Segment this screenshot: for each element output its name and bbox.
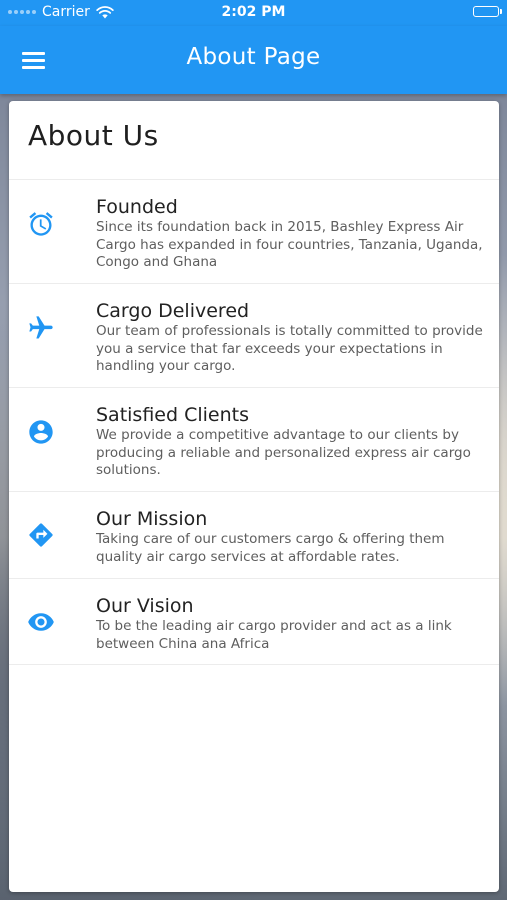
about-list: Founded Since its foundation back in 201… bbox=[9, 179, 499, 665]
item-description: Our team of professionals is totally com… bbox=[96, 323, 483, 374]
status-time: 2:02 PM bbox=[221, 4, 286, 20]
directions-icon bbox=[29, 523, 53, 547]
alarm-icon bbox=[29, 212, 53, 236]
item-title: Our Vision bbox=[96, 595, 194, 617]
list-item-cargo-delivered[interactable]: Cargo Delivered Our team of professional… bbox=[9, 283, 499, 387]
item-description: To be the leading air cargo provider and… bbox=[96, 618, 452, 652]
status-bar: Carrier 2:02 PM bbox=[0, 0, 507, 26]
airplane-icon bbox=[29, 316, 53, 339]
app-bar: About Page bbox=[0, 26, 507, 94]
item-title: Our Mission bbox=[96, 508, 208, 530]
item-title: Satisfied Clients bbox=[96, 404, 249, 426]
eye-icon bbox=[28, 613, 54, 631]
item-title: Founded bbox=[96, 196, 178, 218]
account-circle-icon bbox=[29, 420, 53, 444]
battery-icon bbox=[473, 6, 502, 17]
item-description: Taking care of our customers cargo & off… bbox=[96, 531, 445, 565]
item-title: Cargo Delivered bbox=[96, 300, 250, 322]
list-item-our-mission[interactable]: Our Mission Taking care of our customers… bbox=[9, 491, 499, 578]
list-item-satisfied-clients[interactable]: Satisfied Clients We provide a competiti… bbox=[9, 387, 499, 491]
list-item-our-vision[interactable]: Our Vision To be the leading air cargo p… bbox=[9, 578, 499, 665]
app-bar-title: About Page bbox=[186, 44, 321, 70]
page-title: About Us bbox=[28, 119, 159, 152]
list-item-founded[interactable]: Founded Since its foundation back in 201… bbox=[9, 179, 499, 283]
item-description: Since its foundation back in 2015, Bashl… bbox=[96, 219, 483, 270]
item-description: We provide a competitive advantage to ou… bbox=[96, 427, 471, 478]
about-card: About Us Founded Since its foundation ba… bbox=[9, 101, 499, 892]
